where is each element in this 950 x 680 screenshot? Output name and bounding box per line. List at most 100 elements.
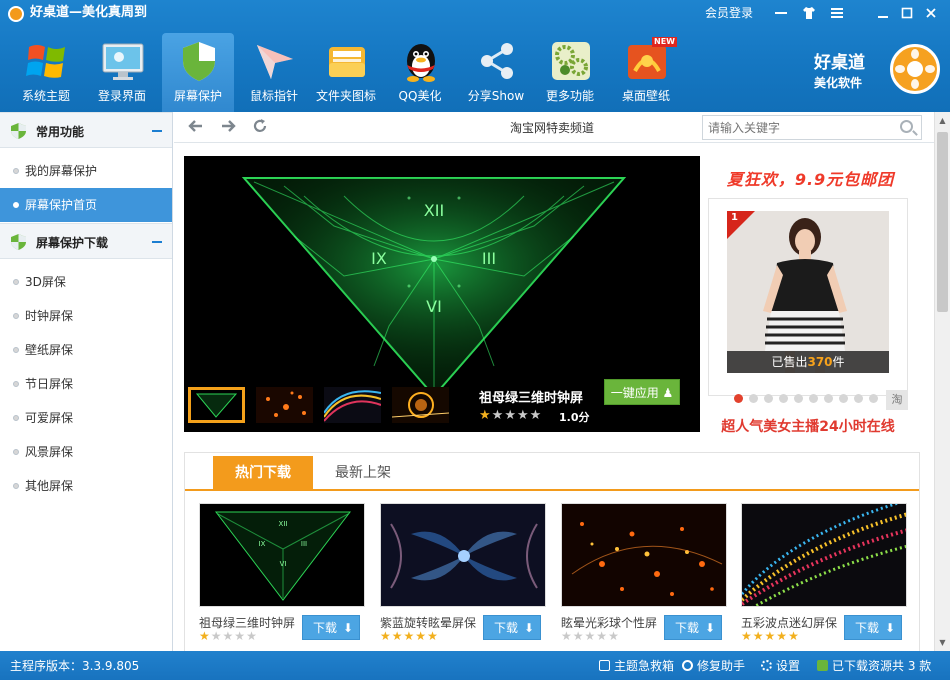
carousel-dot[interactable] xyxy=(734,394,743,403)
card-thumbnail[interactable] xyxy=(380,503,546,607)
thumbnail-golden-clock[interactable] xyxy=(392,387,449,423)
nav-item-screensaver[interactable]: 屏幕保护 xyxy=(162,33,234,112)
one-click-apply-button[interactable]: 一键应用 ♟ xyxy=(604,379,680,405)
bullet-icon xyxy=(13,279,19,285)
search-icon[interactable] xyxy=(900,120,913,133)
card-thumbnail[interactable]: XII IX III VI xyxy=(199,503,365,607)
star-filled-icon: ★ xyxy=(415,629,428,643)
status-label: 主题急救箱 xyxy=(614,659,675,673)
refresh-icon[interactable] xyxy=(250,117,270,137)
brand-name: 好桌道 xyxy=(814,53,865,73)
carousel-dot[interactable] xyxy=(824,394,833,403)
sidebar-item-other[interactable]: 其他屏保 xyxy=(0,469,172,503)
member-login-link[interactable]: 会员登录 xyxy=(698,2,760,24)
star-empty-icon: ★ xyxy=(516,408,530,423)
back-arrow-icon[interactable] xyxy=(186,117,206,137)
tab-new-arrivals[interactable]: 最新上架 xyxy=(313,456,413,491)
scroll-up-icon[interactable]: ▲ xyxy=(935,112,950,129)
status-label: 已下载资源共 3 款 xyxy=(832,659,932,673)
shield-icon xyxy=(177,39,221,83)
download-button[interactable]: 下载 ⬇ xyxy=(664,615,722,640)
svg-text:IX: IX xyxy=(259,540,266,548)
carousel-dot[interactable] xyxy=(839,394,848,403)
nav-item-qq[interactable]: QQ美化 xyxy=(384,33,456,112)
search-box xyxy=(702,115,922,140)
sidebar-item-my-screensaver[interactable]: 我的屏幕保护 xyxy=(0,154,172,188)
thumbnail-orange-particles[interactable] xyxy=(256,387,313,423)
taobao-icon[interactable]: 淘 xyxy=(886,390,908,410)
minimize-mode-icon[interactable] xyxy=(768,2,794,24)
sidebar-item-screensaver-home[interactable]: 屏幕保护首页 xyxy=(0,188,172,222)
screensaver-card[interactable]: 五彩波点迷幻屏保 ★★★★★ 下载 ⬇ xyxy=(741,503,909,651)
sidebar-item-clock[interactable]: 时钟屏保 xyxy=(0,299,172,333)
sidebar-item-3d[interactable]: 3D屏保 xyxy=(0,265,172,299)
browser-toolbar: 淘宝网特卖频道 xyxy=(174,112,934,143)
download-button[interactable]: 下载 ⬇ xyxy=(844,615,902,640)
carousel-dot[interactable] xyxy=(869,394,878,403)
screensaver-card[interactable]: 眩晕光彩球个性屏 ★★★★★ 下载 ⬇ xyxy=(561,503,729,651)
collapse-icon[interactable] xyxy=(152,241,162,243)
screensaver-card[interactable]: XII IX III VI 祖母绿三维时钟屏 ★★★★★ 下载 ⬇ xyxy=(199,503,367,651)
carousel-dot[interactable] xyxy=(764,394,773,403)
close-icon[interactable] xyxy=(918,2,944,24)
card-thumbnail[interactable] xyxy=(561,503,727,607)
first-aid-icon xyxy=(599,660,610,671)
sidebar-section-common[interactable]: 常用功能 xyxy=(0,112,172,148)
sidebar-section-download[interactable]: 屏幕保护下载 xyxy=(0,223,172,259)
downloaded-resources-link[interactable]: 已下载资源共 3 款 xyxy=(817,658,931,674)
nav-item-system-theme[interactable]: 系统主题 xyxy=(10,33,82,112)
carousel-dot[interactable] xyxy=(749,394,758,403)
nav-item-share[interactable]: 分享Show xyxy=(460,33,532,112)
folder-icon xyxy=(325,39,369,83)
star-filled-icon: ★ xyxy=(380,629,392,643)
scroll-thumb[interactable] xyxy=(937,132,948,312)
carousel-dot[interactable] xyxy=(854,394,863,403)
download-section: 热门下载 最新上架 XII IX III VI 祖母绿三维时钟屏 ★★★★★ 下载 ⬇ … xyxy=(184,452,920,651)
sidebar-item-label: 壁纸屏保 xyxy=(25,343,74,357)
promo-panel: 夏狂欢，9.9元包邮团 1 已售出370件 淘 超人气美女主播24小时在线 xyxy=(708,156,908,436)
nav-item-more[interactable]: 更多功能 xyxy=(534,33,606,112)
sold-number: 370 xyxy=(807,355,833,369)
theme-emergency-link[interactable]: 主题急救箱 xyxy=(599,658,674,674)
settings-link[interactable]: 设置 xyxy=(761,658,800,674)
tab-hot-downloads[interactable]: 热门下载 xyxy=(213,456,313,491)
repair-helper-link[interactable]: 修复助手 xyxy=(682,658,745,674)
minimize-icon[interactable] xyxy=(870,2,896,24)
nav-item-cursor[interactable]: 鼠标指针 xyxy=(238,33,310,112)
screensaver-card[interactable]: 紫蓝旋转眩晕屏保 ★★★★★ 下载 ⬇ xyxy=(380,503,548,651)
nav-item-login-screen[interactable]: 登录界面 xyxy=(86,33,158,112)
sidebar-item-cute[interactable]: 可爱屏保 xyxy=(0,401,172,435)
menu-icon[interactable] xyxy=(824,2,850,24)
forward-arrow-icon[interactable] xyxy=(218,117,238,137)
sidebar-item-label: 其他屏保 xyxy=(25,479,74,493)
qq-penguin-icon xyxy=(399,39,443,83)
nav-label: 更多功能 xyxy=(545,89,594,103)
sidebar-item-holiday[interactable]: 节日屏保 xyxy=(0,367,172,401)
star-filled-icon: ★ xyxy=(403,629,416,643)
download-button[interactable]: 下载 ⬇ xyxy=(302,615,360,640)
skin-shirt-icon[interactable] xyxy=(796,2,822,24)
promo-card[interactable]: 1 已售出370件 xyxy=(708,198,908,396)
card-thumbnail[interactable] xyxy=(741,503,907,607)
collapse-icon[interactable] xyxy=(152,130,162,132)
sold-suffix: 件 xyxy=(832,355,845,369)
promo-footer-link[interactable]: 超人气美女主播24小时在线 xyxy=(708,416,908,436)
carousel-dot[interactable] xyxy=(809,394,818,403)
sidebar-item-scenery[interactable]: 风景屏保 xyxy=(0,435,172,469)
vertical-scrollbar[interactable]: ▲ ▼ xyxy=(934,112,950,651)
thumbnail-emerald-clock[interactable] xyxy=(188,387,245,423)
download-button[interactable]: 下载 ⬇ xyxy=(483,615,541,640)
promo-headline[interactable]: 夏狂欢，9.9元包邮团 xyxy=(718,166,903,190)
nav-item-wallpaper[interactable]: NEW 桌面壁纸 xyxy=(610,33,682,112)
product-image[interactable]: 1 已售出370件 xyxy=(727,211,889,373)
scroll-down-icon[interactable]: ▼ xyxy=(935,634,950,651)
maximize-icon[interactable] xyxy=(894,2,920,24)
download-label: 下载 xyxy=(313,621,338,635)
thumbnail-color-waves[interactable] xyxy=(324,387,381,423)
carousel-dot[interactable] xyxy=(779,394,788,403)
nav-item-folder-icons[interactable]: 文件夹图标 xyxy=(310,33,382,112)
sidebar: 常用功能 我的屏幕保护 屏幕保护首页 屏幕保护下载 3D屏保 时钟屏保 壁纸屏保… xyxy=(0,112,173,651)
sidebar-item-wallpaper[interactable]: 壁纸屏保 xyxy=(0,333,172,367)
carousel-dot[interactable] xyxy=(794,394,803,403)
search-input[interactable] xyxy=(708,119,888,136)
